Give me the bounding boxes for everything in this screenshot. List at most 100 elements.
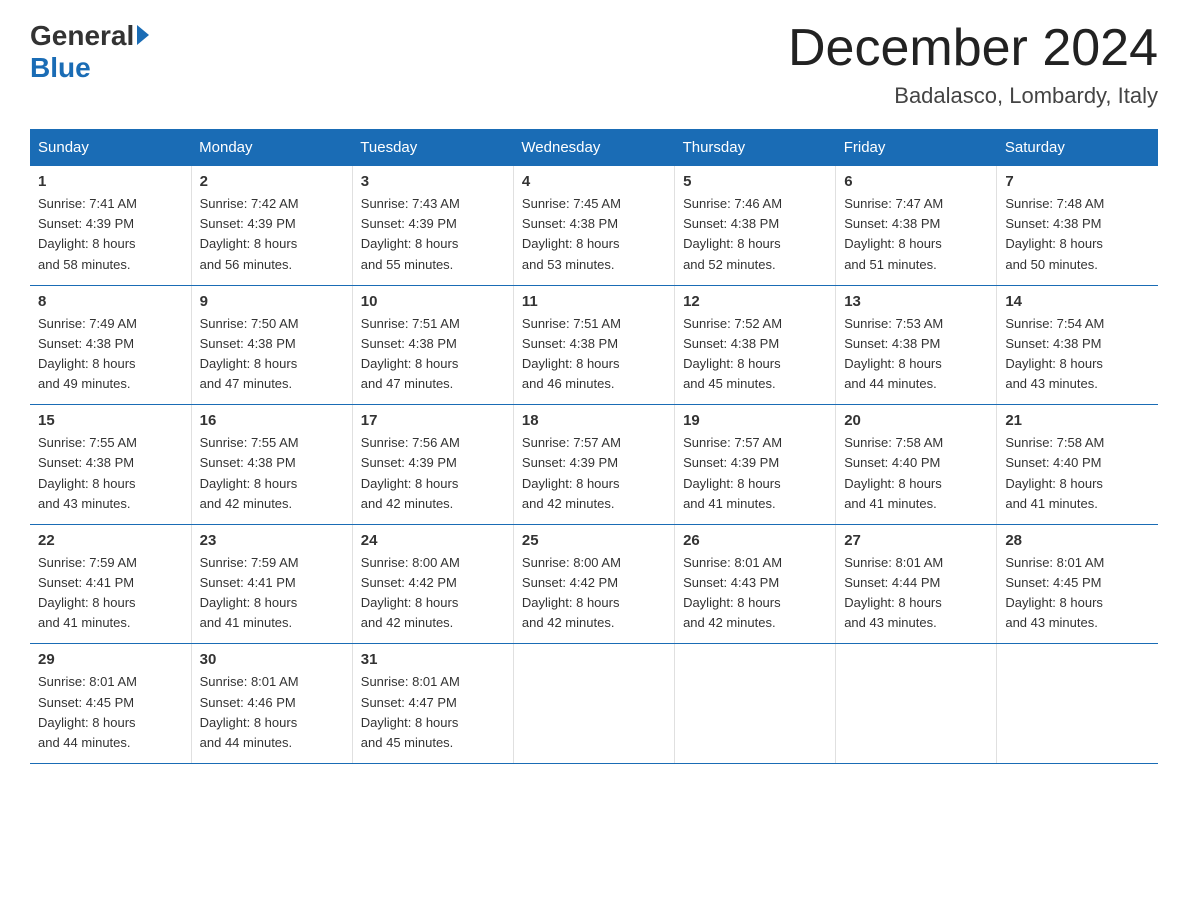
- day-number: 21: [1005, 412, 1150, 429]
- table-row: 1 Sunrise: 7:41 AMSunset: 4:39 PMDayligh…: [30, 166, 191, 285]
- day-number: 25: [522, 532, 666, 549]
- col-sunday: Sunday: [30, 129, 191, 166]
- calendar-week-row: 29 Sunrise: 8:01 AMSunset: 4:45 PMDaylig…: [30, 644, 1158, 764]
- table-row: 9 Sunrise: 7:50 AMSunset: 4:38 PMDayligh…: [191, 285, 352, 405]
- day-number: 20: [844, 412, 988, 429]
- day-number: 11: [522, 293, 666, 310]
- day-info: Sunrise: 7:53 AMSunset: 4:38 PMDaylight:…: [844, 316, 943, 391]
- day-info: Sunrise: 7:48 AMSunset: 4:38 PMDaylight:…: [1005, 196, 1104, 271]
- table-row: 31 Sunrise: 8:01 AMSunset: 4:47 PMDaylig…: [352, 644, 513, 764]
- page-header: General Blue December 2024 Badalasco, Lo…: [30, 20, 1158, 109]
- day-info: Sunrise: 7:58 AMSunset: 4:40 PMDaylight:…: [844, 435, 943, 510]
- logo-arrow-icon: [137, 25, 149, 45]
- day-number: 13: [844, 293, 988, 310]
- day-info: Sunrise: 8:01 AMSunset: 4:47 PMDaylight:…: [361, 674, 460, 749]
- day-number: 29: [38, 651, 183, 668]
- logo-blue-text: Blue: [30, 52, 91, 84]
- table-row: 4 Sunrise: 7:45 AMSunset: 4:38 PMDayligh…: [513, 166, 674, 285]
- day-number: 9: [200, 293, 344, 310]
- table-row: 13 Sunrise: 7:53 AMSunset: 4:38 PMDaylig…: [836, 285, 997, 405]
- day-number: 19: [683, 412, 827, 429]
- table-row: 16 Sunrise: 7:55 AMSunset: 4:38 PMDaylig…: [191, 405, 352, 525]
- day-number: 10: [361, 293, 505, 310]
- day-info: Sunrise: 7:55 AMSunset: 4:38 PMDaylight:…: [38, 435, 137, 510]
- table-row: [513, 644, 674, 764]
- table-row: 23 Sunrise: 7:59 AMSunset: 4:41 PMDaylig…: [191, 524, 352, 644]
- table-row: [997, 644, 1158, 764]
- table-row: 11 Sunrise: 7:51 AMSunset: 4:38 PMDaylig…: [513, 285, 674, 405]
- day-info: Sunrise: 7:58 AMSunset: 4:40 PMDaylight:…: [1005, 435, 1104, 510]
- location-title: Badalasco, Lombardy, Italy: [788, 83, 1158, 109]
- table-row: 22 Sunrise: 7:59 AMSunset: 4:41 PMDaylig…: [30, 524, 191, 644]
- day-number: 1: [38, 173, 183, 190]
- day-info: Sunrise: 8:01 AMSunset: 4:46 PMDaylight:…: [200, 674, 299, 749]
- day-number: 23: [200, 532, 344, 549]
- day-info: Sunrise: 7:46 AMSunset: 4:38 PMDaylight:…: [683, 196, 782, 271]
- table-row: 18 Sunrise: 7:57 AMSunset: 4:39 PMDaylig…: [513, 405, 674, 525]
- table-row: 5 Sunrise: 7:46 AMSunset: 4:38 PMDayligh…: [675, 166, 836, 285]
- title-block: December 2024 Badalasco, Lombardy, Italy: [788, 20, 1158, 109]
- day-number: 22: [38, 532, 183, 549]
- day-info: Sunrise: 7:41 AMSunset: 4:39 PMDaylight:…: [38, 196, 137, 271]
- day-number: 15: [38, 412, 183, 429]
- day-number: 17: [361, 412, 505, 429]
- table-row: 8 Sunrise: 7:49 AMSunset: 4:38 PMDayligh…: [30, 285, 191, 405]
- calendar-week-row: 1 Sunrise: 7:41 AMSunset: 4:39 PMDayligh…: [30, 166, 1158, 285]
- day-number: 16: [200, 412, 344, 429]
- day-number: 24: [361, 532, 505, 549]
- day-info: Sunrise: 8:01 AMSunset: 4:43 PMDaylight:…: [683, 555, 782, 630]
- day-info: Sunrise: 7:51 AMSunset: 4:38 PMDaylight:…: [361, 316, 460, 391]
- table-row: 21 Sunrise: 7:58 AMSunset: 4:40 PMDaylig…: [997, 405, 1158, 525]
- day-info: Sunrise: 8:01 AMSunset: 4:45 PMDaylight:…: [1005, 555, 1104, 630]
- month-title: December 2024: [788, 20, 1158, 77]
- calendar-table: Sunday Monday Tuesday Wednesday Thursday…: [30, 129, 1158, 764]
- col-monday: Monday: [191, 129, 352, 166]
- day-info: Sunrise: 7:56 AMSunset: 4:39 PMDaylight:…: [361, 435, 460, 510]
- col-friday: Friday: [836, 129, 997, 166]
- day-number: 4: [522, 173, 666, 190]
- col-tuesday: Tuesday: [352, 129, 513, 166]
- table-row: 15 Sunrise: 7:55 AMSunset: 4:38 PMDaylig…: [30, 405, 191, 525]
- table-row: 26 Sunrise: 8:01 AMSunset: 4:43 PMDaylig…: [675, 524, 836, 644]
- day-info: Sunrise: 8:01 AMSunset: 4:45 PMDaylight:…: [38, 674, 137, 749]
- day-number: 26: [683, 532, 827, 549]
- table-row: 12 Sunrise: 7:52 AMSunset: 4:38 PMDaylig…: [675, 285, 836, 405]
- col-thursday: Thursday: [675, 129, 836, 166]
- day-info: Sunrise: 8:00 AMSunset: 4:42 PMDaylight:…: [522, 555, 621, 630]
- day-number: 31: [361, 651, 505, 668]
- day-info: Sunrise: 8:01 AMSunset: 4:44 PMDaylight:…: [844, 555, 943, 630]
- calendar-header-row: Sunday Monday Tuesday Wednesday Thursday…: [30, 129, 1158, 166]
- table-row: 17 Sunrise: 7:56 AMSunset: 4:39 PMDaylig…: [352, 405, 513, 525]
- logo-general-text: General: [30, 20, 134, 52]
- day-number: 5: [683, 173, 827, 190]
- day-info: Sunrise: 7:57 AMSunset: 4:39 PMDaylight:…: [683, 435, 782, 510]
- day-info: Sunrise: 7:59 AMSunset: 4:41 PMDaylight:…: [38, 555, 137, 630]
- table-row: 2 Sunrise: 7:42 AMSunset: 4:39 PMDayligh…: [191, 166, 352, 285]
- table-row: [675, 644, 836, 764]
- day-number: 27: [844, 532, 988, 549]
- table-row: 24 Sunrise: 8:00 AMSunset: 4:42 PMDaylig…: [352, 524, 513, 644]
- day-info: Sunrise: 7:52 AMSunset: 4:38 PMDaylight:…: [683, 316, 782, 391]
- table-row: 3 Sunrise: 7:43 AMSunset: 4:39 PMDayligh…: [352, 166, 513, 285]
- day-number: 12: [683, 293, 827, 310]
- table-row: 7 Sunrise: 7:48 AMSunset: 4:38 PMDayligh…: [997, 166, 1158, 285]
- table-row: 20 Sunrise: 7:58 AMSunset: 4:40 PMDaylig…: [836, 405, 997, 525]
- day-number: 6: [844, 173, 988, 190]
- day-info: Sunrise: 7:57 AMSunset: 4:39 PMDaylight:…: [522, 435, 621, 510]
- table-row: 6 Sunrise: 7:47 AMSunset: 4:38 PMDayligh…: [836, 166, 997, 285]
- day-info: Sunrise: 7:43 AMSunset: 4:39 PMDaylight:…: [361, 196, 460, 271]
- day-number: 3: [361, 173, 505, 190]
- day-number: 2: [200, 173, 344, 190]
- logo: General Blue: [30, 20, 149, 84]
- table-row: 10 Sunrise: 7:51 AMSunset: 4:38 PMDaylig…: [352, 285, 513, 405]
- day-number: 18: [522, 412, 666, 429]
- day-number: 30: [200, 651, 344, 668]
- day-info: Sunrise: 7:55 AMSunset: 4:38 PMDaylight:…: [200, 435, 299, 510]
- day-info: Sunrise: 7:42 AMSunset: 4:39 PMDaylight:…: [200, 196, 299, 271]
- table-row: 14 Sunrise: 7:54 AMSunset: 4:38 PMDaylig…: [997, 285, 1158, 405]
- calendar-week-row: 15 Sunrise: 7:55 AMSunset: 4:38 PMDaylig…: [30, 405, 1158, 525]
- table-row: 28 Sunrise: 8:01 AMSunset: 4:45 PMDaylig…: [997, 524, 1158, 644]
- calendar-week-row: 8 Sunrise: 7:49 AMSunset: 4:38 PMDayligh…: [30, 285, 1158, 405]
- day-info: Sunrise: 8:00 AMSunset: 4:42 PMDaylight:…: [361, 555, 460, 630]
- day-number: 14: [1005, 293, 1150, 310]
